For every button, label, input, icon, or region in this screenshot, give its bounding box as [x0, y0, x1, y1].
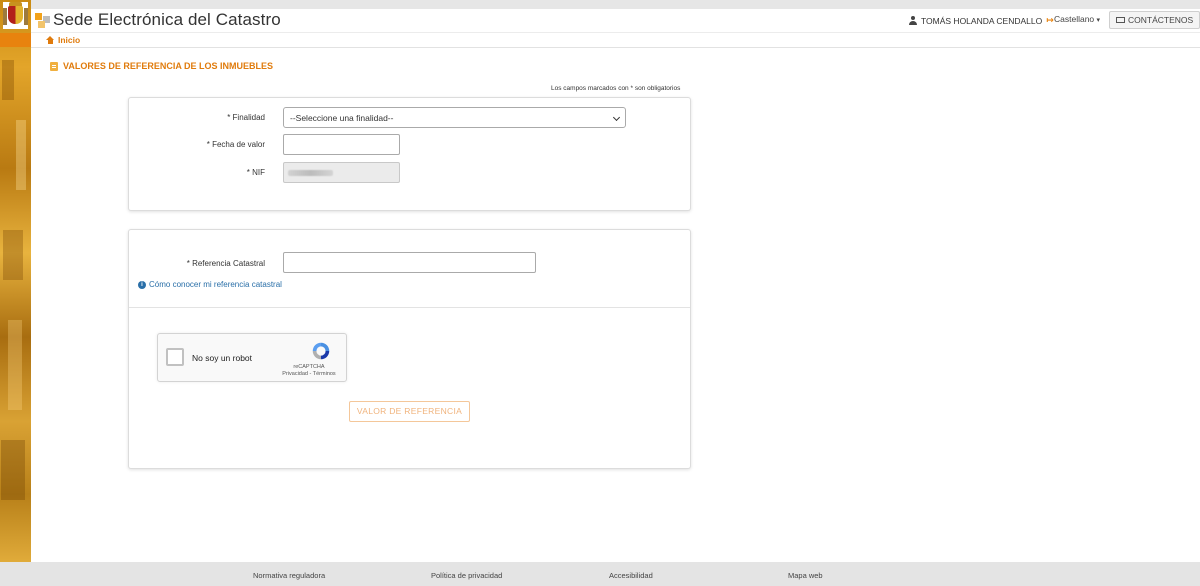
user-menu[interactable]: TOMÁS HOLANDA CENDALLO ↦ — [909, 15, 1054, 26]
nif-field — [283, 162, 400, 183]
home-label: Inicio — [58, 35, 81, 45]
envelope-icon — [1116, 17, 1125, 23]
chevron-down-icon — [612, 113, 621, 122]
fecha-valor-label: * Fecha de valor — [206, 140, 265, 149]
help-link-text: Cómo conocer mi referencia catastral — [149, 280, 282, 289]
blurred-nif-value — [288, 170, 333, 176]
recaptcha-checkbox[interactable] — [166, 348, 184, 366]
nif-label: * NIF — [246, 168, 265, 177]
recaptcha-text: reCAPTCHA Privacidad - Términos — [276, 364, 342, 378]
language-dropdown[interactable]: Castellano ▾ — [1054, 14, 1100, 24]
document-icon — [50, 61, 58, 71]
recaptcha-links[interactable]: Privacidad - Términos — [276, 371, 342, 378]
valor-referencia-button[interactable]: VALOR DE REFERENCIA — [349, 401, 470, 422]
info-icon: i — [138, 280, 146, 289]
browser-top-strip — [0, 0, 1200, 9]
recaptcha-brand: reCAPTCHA — [293, 364, 325, 370]
catastro-logo-icon — [35, 13, 50, 28]
breadcrumb: Inicio — [31, 33, 1200, 48]
user-name: TOMÁS HOLANDA CENDALLO — [921, 15, 1043, 26]
recaptcha-label: No soy un robot — [192, 353, 253, 363]
spain-crest-logo — [3, 2, 28, 29]
decorative-sidebar — [0, 0, 31, 562]
home-link[interactable]: Inicio — [46, 35, 80, 45]
divider — [129, 307, 690, 308]
footer: Normativa reguladora Política de privaci… — [0, 562, 1200, 586]
page-title: VALORES DE REFERENCIA DE LOS INMUEBLES — [50, 61, 273, 71]
finalidad-select[interactable]: --Seleccione una finalidad-- — [283, 107, 626, 128]
recaptcha-logo-icon — [312, 342, 330, 360]
site-title[interactable]: Sede Electrónica del Catastro — [53, 10, 281, 30]
main-data-panel: * Finalidad --Seleccione una finalidad--… — [128, 97, 691, 211]
footer-link-accesibilidad[interactable]: Accesibilidad — [609, 571, 653, 580]
footer-link-mapa-web[interactable]: Mapa web — [788, 571, 823, 580]
finalidad-label: * Finalidad — [227, 113, 265, 122]
finalidad-selected-value: --Seleccione una finalidad-- — [290, 113, 394, 123]
language-label: Castellano — [1054, 14, 1095, 24]
contact-button[interactable]: CONTÁCTENOS — [1109, 11, 1200, 29]
referencia-catastral-label: * Referencia Catastral — [186, 259, 265, 268]
caret-down-icon: ▾ — [1096, 17, 1101, 24]
referencia-catastral-input[interactable] — [283, 252, 536, 273]
help-link[interactable]: i Cómo conocer mi referencia catastral — [138, 280, 282, 289]
page-title-text: VALORES DE REFERENCIA DE LOS INMUEBLES — [63, 61, 274, 71]
recaptcha-widget: No soy un robot reCAPTCHA Privacidad - T… — [157, 333, 347, 382]
logout-icon[interactable]: ↦ — [1046, 15, 1054, 26]
required-fields-note: Los campos marcados con * son obligatori… — [551, 85, 681, 92]
contact-label: CONTÁCTENOS — [1128, 15, 1194, 25]
referencia-panel: * Referencia Catastral i Cómo conocer mi… — [128, 229, 691, 469]
footer-link-privacidad[interactable]: Política de privacidad — [431, 571, 502, 580]
fecha-valor-input[interactable] — [283, 134, 400, 155]
user-icon — [909, 16, 917, 25]
home-icon — [46, 36, 55, 44]
site-header: Sede Electrónica del Catastro TOMÁS HOLA… — [31, 9, 1200, 33]
footer-link-normativa[interactable]: Normativa reguladora — [253, 571, 325, 580]
